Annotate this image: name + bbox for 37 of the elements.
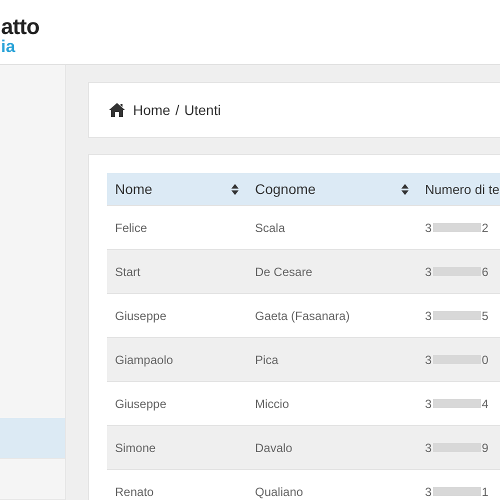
column-header[interactable]: Cognome	[247, 173, 417, 206]
phone-digit: 3	[425, 484, 432, 498]
phone-digit: 3	[425, 308, 432, 322]
phone-digit: 3	[425, 220, 432, 234]
redacted-block	[432, 311, 481, 320]
table-cell: Qualiano	[247, 470, 417, 500]
home-icon	[109, 103, 125, 117]
column-header[interactable]: Nome	[107, 173, 247, 206]
table-cell: Pica	[247, 338, 417, 382]
phone-digit: 3	[425, 396, 432, 410]
phone-digit: 3	[425, 440, 432, 454]
phone-digit: 4	[482, 396, 488, 410]
phone-digit: 1	[482, 484, 488, 498]
table-cell: Simone	[107, 426, 247, 470]
phone-digit: 3	[425, 352, 432, 366]
phone-digit: 6	[482, 264, 488, 278]
redacted-block	[432, 399, 481, 408]
phone-digit: 5	[482, 308, 488, 322]
table-cell: De Cesare	[247, 250, 417, 294]
column-header[interactable]: Numero di te	[417, 173, 500, 206]
table-cell: Start	[107, 250, 247, 294]
breadcrumb-link[interactable]: Home	[133, 102, 170, 118]
sort-icon[interactable]	[231, 184, 239, 194]
phone-digit: 9	[482, 440, 488, 454]
table-cell: Davalo	[247, 426, 417, 470]
table-cell: Renato	[107, 470, 247, 500]
logo-text: ia	[1, 38, 16, 54]
breadcrumb-separator: /	[175, 102, 180, 118]
sort-icon[interactable]	[401, 184, 409, 194]
redacted-block	[432, 223, 481, 232]
breadcrumb-link[interactable]: Utenti	[184, 102, 221, 118]
redacted-block	[432, 487, 481, 496]
phone-digit: 2	[482, 220, 488, 234]
phone-digit: 3	[425, 264, 432, 278]
logo-text: atto	[1, 16, 40, 38]
phone-digit: 0	[482, 352, 488, 366]
table-cell: Giampaolo	[107, 338, 247, 382]
